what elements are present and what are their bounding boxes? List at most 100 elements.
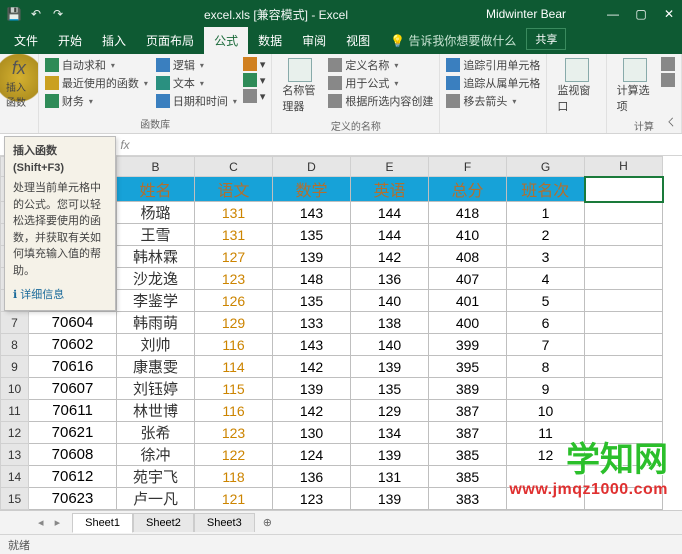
column-header[interactable]: B bbox=[117, 157, 195, 177]
column-header[interactable]: E bbox=[351, 157, 429, 177]
autosum-button[interactable]: 自动求和 bbox=[45, 56, 148, 74]
cell[interactable]: 124 bbox=[273, 444, 351, 466]
trace-dependents-button[interactable]: 追踪从属单元格 bbox=[446, 74, 540, 92]
cell[interactable]: 387 bbox=[429, 400, 507, 422]
cell[interactable]: 123 bbox=[273, 488, 351, 510]
row-header[interactable]: 14 bbox=[1, 466, 29, 488]
cell[interactable]: 115 bbox=[195, 378, 273, 400]
tab-data[interactable]: 数据 bbox=[248, 27, 292, 54]
cell[interactable]: 400 bbox=[429, 312, 507, 334]
cell[interactable]: 129 bbox=[195, 312, 273, 334]
cell[interactable]: 70608 bbox=[29, 444, 117, 466]
watch-window-button[interactable]: 监视窗口 bbox=[553, 56, 599, 116]
cell[interactable]: 131 bbox=[195, 224, 273, 246]
cell[interactable]: 7 bbox=[507, 334, 585, 356]
cell[interactable]: 127 bbox=[195, 246, 273, 268]
recent-functions-button[interactable]: 最近使用的函数 bbox=[45, 74, 148, 92]
row-header[interactable]: 9 bbox=[1, 356, 29, 378]
cell[interactable] bbox=[585, 312, 663, 334]
cell[interactable]: 139 bbox=[351, 488, 429, 510]
table-header-cell[interactable]: 数学 bbox=[273, 177, 351, 202]
cell[interactable]: 70623 bbox=[29, 488, 117, 510]
cell[interactable]: 3 bbox=[507, 246, 585, 268]
cell[interactable]: 135 bbox=[351, 378, 429, 400]
redo-icon[interactable]: ↷ bbox=[50, 6, 66, 22]
table-header-cell[interactable]: 英语 bbox=[351, 177, 429, 202]
cell[interactable]: 385 bbox=[429, 444, 507, 466]
cell[interactable] bbox=[585, 378, 663, 400]
define-name-button[interactable]: 定义名称 bbox=[328, 56, 433, 74]
cell[interactable]: 70621 bbox=[29, 422, 117, 444]
cell[interactable]: 410 bbox=[429, 224, 507, 246]
cell[interactable]: 4 bbox=[507, 268, 585, 290]
cell[interactable]: 70602 bbox=[29, 334, 117, 356]
sheet-tab[interactable]: Sheet3 bbox=[194, 513, 255, 532]
table-header-cell[interactable]: 班名次 bbox=[507, 177, 585, 202]
cell[interactable]: 138 bbox=[351, 312, 429, 334]
lookup-icon[interactable]: ▾ bbox=[243, 56, 266, 72]
create-from-selection-button[interactable]: 根据所选内容创建 bbox=[328, 92, 433, 110]
cell[interactable]: 130 bbox=[273, 422, 351, 444]
cell[interactable]: 134 bbox=[351, 422, 429, 444]
cell[interactable]: 407 bbox=[429, 268, 507, 290]
cell[interactable]: 131 bbox=[195, 202, 273, 224]
tab-file[interactable]: 文件 bbox=[4, 27, 48, 54]
undo-icon[interactable]: ↶ bbox=[28, 6, 44, 22]
logical-button[interactable]: 逻辑 bbox=[156, 56, 237, 74]
cell[interactable]: 142 bbox=[273, 400, 351, 422]
cell[interactable]: 142 bbox=[351, 246, 429, 268]
cell[interactable]: 139 bbox=[351, 356, 429, 378]
cell[interactable]: 1 bbox=[507, 202, 585, 224]
more-functions-icon[interactable]: ▾ bbox=[243, 88, 266, 104]
cell[interactable]: 387 bbox=[429, 422, 507, 444]
cell[interactable]: 卢一凡 bbox=[117, 488, 195, 510]
cell[interactable]: 140 bbox=[351, 334, 429, 356]
sheet-tab[interactable]: Sheet2 bbox=[133, 513, 194, 532]
cell[interactable]: 135 bbox=[273, 290, 351, 312]
cell[interactable]: 122 bbox=[195, 444, 273, 466]
datetime-button[interactable]: 日期和时间 bbox=[156, 92, 237, 110]
cell[interactable]: 131 bbox=[351, 466, 429, 488]
cell[interactable]: 刘钰婷 bbox=[117, 378, 195, 400]
table-header-cell[interactable]: 总分 bbox=[429, 177, 507, 202]
tab-review[interactable]: 审阅 bbox=[292, 27, 336, 54]
use-in-formula-button[interactable]: 用于公式 bbox=[328, 74, 433, 92]
cell[interactable] bbox=[585, 334, 663, 356]
cell[interactable]: 399 bbox=[429, 334, 507, 356]
cell[interactable]: 139 bbox=[273, 378, 351, 400]
cell[interactable]: 129 bbox=[351, 400, 429, 422]
calc-sheet-icon[interactable] bbox=[661, 72, 675, 88]
column-header[interactable]: F bbox=[429, 157, 507, 177]
cell[interactable]: 121 bbox=[195, 488, 273, 510]
collapse-ribbon-icon[interactable]: ㄑ bbox=[666, 114, 676, 129]
tooltip-more-link[interactable]: 详细信息 bbox=[13, 287, 107, 304]
row-header[interactable]: 7 bbox=[1, 312, 29, 334]
sheet-tab[interactable]: Sheet1 bbox=[72, 513, 133, 533]
cell[interactable]: 385 bbox=[429, 466, 507, 488]
cell[interactable]: 116 bbox=[195, 400, 273, 422]
table-header-cell[interactable]: 姓名 bbox=[117, 177, 195, 202]
cell[interactable]: 2 bbox=[507, 224, 585, 246]
row-header[interactable]: 10 bbox=[1, 378, 29, 400]
cell[interactable]: 6 bbox=[507, 312, 585, 334]
remove-arrows-button[interactable]: 移去箭头 bbox=[446, 92, 540, 110]
column-header[interactable]: H bbox=[585, 157, 663, 177]
close-icon[interactable]: ✕ bbox=[662, 7, 676, 21]
cell[interactable]: 140 bbox=[351, 290, 429, 312]
cell[interactable]: 418 bbox=[429, 202, 507, 224]
table-header-cell[interactable]: 语文 bbox=[195, 177, 273, 202]
cell[interactable] bbox=[585, 268, 663, 290]
row-header[interactable]: 13 bbox=[1, 444, 29, 466]
cell[interactable]: 123 bbox=[195, 422, 273, 444]
cell[interactable]: 韩雨萌 bbox=[117, 312, 195, 334]
cell[interactable]: 10 bbox=[507, 400, 585, 422]
cell[interactable]: 135 bbox=[273, 224, 351, 246]
cell[interactable]: 144 bbox=[351, 202, 429, 224]
cell[interactable]: 康惠雯 bbox=[117, 356, 195, 378]
trace-precedents-button[interactable]: 追踪引用单元格 bbox=[446, 56, 540, 74]
cell[interactable] bbox=[585, 224, 663, 246]
cell[interactable]: 沙龙逸 bbox=[117, 268, 195, 290]
maximize-icon[interactable]: ▢ bbox=[634, 7, 648, 21]
cell[interactable]: 148 bbox=[273, 268, 351, 290]
row-header[interactable]: 8 bbox=[1, 334, 29, 356]
